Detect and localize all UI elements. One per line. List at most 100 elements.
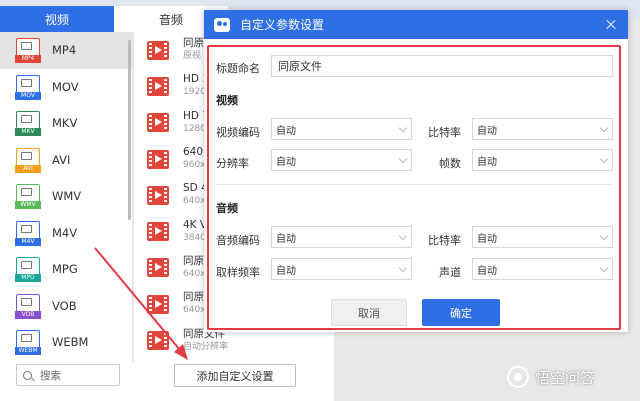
video-glyph bbox=[21, 297, 32, 306]
channel-value: 自动 bbox=[477, 265, 497, 277]
search-placeholder: 搜索 bbox=[40, 369, 61, 382]
framerate-value: 自动 bbox=[477, 156, 497, 168]
format-item[interactable]: VOB VOB bbox=[0, 288, 132, 325]
channel-select[interactable]: 自动 bbox=[472, 258, 613, 280]
video-format-icon: WEBM bbox=[15, 330, 41, 356]
camera-icon bbox=[214, 17, 230, 32]
format-tag: MOV bbox=[15, 91, 41, 100]
chevron-down-icon bbox=[599, 154, 609, 164]
format-label: MP4 bbox=[52, 43, 77, 58]
framerate-label: 帧数 bbox=[439, 157, 461, 170]
format-label: VOB bbox=[52, 298, 77, 313]
close-icon[interactable] bbox=[598, 12, 624, 38]
cancel-button[interactable]: 取消 bbox=[331, 299, 407, 326]
video-codec-select[interactable]: 自动 bbox=[271, 118, 412, 140]
audio-bitrate-value: 自动 bbox=[477, 233, 497, 245]
preset-sub: 640x bbox=[183, 305, 206, 316]
confirm-button[interactable]: 确定 bbox=[422, 299, 500, 326]
preset-name: 同原 bbox=[183, 291, 204, 304]
sample-rate-value: 自动 bbox=[276, 265, 296, 277]
chevron-down-icon bbox=[398, 154, 408, 164]
format-item[interactable]: AVI AVI bbox=[0, 142, 132, 179]
section-divider bbox=[216, 184, 612, 185]
video-format-icon: MP4 bbox=[15, 38, 41, 64]
dialog-titlebar: 自定义参数设置 bbox=[204, 10, 628, 39]
video-bitrate-label: 比特率 bbox=[428, 126, 461, 139]
video-section-title: 视频 bbox=[216, 94, 238, 107]
video-glyph bbox=[21, 151, 32, 160]
film-icon bbox=[147, 222, 169, 242]
tab-video[interactable]: 视频 bbox=[0, 6, 114, 32]
audio-bitrate-label: 比特率 bbox=[428, 234, 461, 247]
preset-sub: 原视 bbox=[183, 51, 202, 62]
audio-codec-value: 自动 bbox=[276, 233, 296, 245]
format-label: M4V bbox=[52, 225, 78, 240]
film-icon bbox=[147, 258, 169, 278]
chevron-down-icon bbox=[398, 231, 408, 241]
format-item[interactable]: MPG MPG bbox=[0, 251, 132, 288]
format-tabs: 视频 音频 bbox=[0, 6, 228, 32]
audio-section-title: 音频 bbox=[216, 202, 238, 215]
search-input[interactable]: 搜索 bbox=[16, 364, 120, 386]
format-list: MP4 MP4 MOV MOV MKV MKV AVI AVI WMV WMV M4V M4V MPG M… bbox=[0, 32, 133, 362]
preset-text: 同原 原视 bbox=[183, 37, 204, 63]
video-format-icon: MPG bbox=[15, 257, 41, 283]
audio-codec-select[interactable]: 自动 bbox=[271, 226, 412, 248]
preset-text: 同原 640x bbox=[183, 255, 206, 281]
film-icon bbox=[147, 294, 169, 314]
video-codec-value: 自动 bbox=[276, 125, 296, 137]
format-label: WEBM bbox=[52, 335, 89, 350]
resolution-value: 自动 bbox=[276, 156, 296, 168]
format-tag: AVI bbox=[15, 164, 41, 173]
format-tag: VOB bbox=[15, 310, 41, 319]
film-icon bbox=[147, 185, 169, 205]
format-list-scrollbar[interactable] bbox=[128, 40, 131, 220]
format-item[interactable]: M4V M4V bbox=[0, 215, 132, 252]
format-label: AVI bbox=[52, 152, 71, 167]
format-label: MKV bbox=[52, 116, 78, 131]
name-label: 标题命名 bbox=[216, 62, 260, 75]
video-bitrate-select[interactable]: 自动 bbox=[472, 118, 613, 140]
video-glyph bbox=[21, 334, 32, 343]
format-item[interactable]: MP4 MP4 bbox=[0, 32, 132, 69]
format-tag: MPG bbox=[15, 274, 41, 283]
format-tag: MP4 bbox=[15, 55, 41, 64]
chevron-down-icon bbox=[599, 231, 609, 241]
format-label: MOV bbox=[52, 79, 79, 94]
chevron-down-icon bbox=[398, 123, 408, 133]
video-format-icon: WMV bbox=[15, 184, 41, 210]
video-glyph bbox=[21, 188, 32, 197]
video-bitrate-value: 自动 bbox=[477, 125, 497, 137]
preset-text: 同原 640x bbox=[183, 291, 206, 317]
format-item[interactable]: MOV MOV bbox=[0, 69, 132, 106]
resolution-select[interactable]: 自动 bbox=[271, 149, 412, 171]
framerate-select[interactable]: 自动 bbox=[472, 149, 613, 171]
format-label: MPG bbox=[52, 262, 78, 277]
film-icon bbox=[147, 40, 169, 60]
chevron-down-icon bbox=[398, 263, 408, 273]
sample-rate-label: 取样频率 bbox=[216, 266, 260, 279]
video-glyph bbox=[21, 261, 32, 270]
audio-codec-label: 音频编码 bbox=[216, 234, 260, 247]
video-glyph bbox=[21, 115, 32, 124]
video-glyph bbox=[21, 224, 32, 233]
video-format-icon: MOV bbox=[15, 74, 41, 100]
video-glyph bbox=[21, 42, 32, 51]
video-format-icon: VOB bbox=[15, 293, 41, 319]
format-item[interactable]: WEBM WEBM bbox=[0, 324, 132, 361]
search-icon bbox=[23, 370, 32, 380]
audio-bitrate-select[interactable]: 自动 bbox=[472, 226, 613, 248]
sample-rate-select[interactable]: 自动 bbox=[271, 258, 412, 280]
format-item[interactable]: MKV MKV bbox=[0, 105, 132, 142]
format-tag: M4V bbox=[15, 237, 41, 246]
film-icon bbox=[147, 331, 169, 351]
format-tag: MKV bbox=[15, 128, 41, 137]
watermark: 悟空问答 bbox=[507, 362, 595, 392]
film-icon bbox=[147, 113, 169, 133]
dialog-title: 自定义参数设置 bbox=[240, 18, 325, 32]
name-input[interactable]: 同原文件 bbox=[271, 55, 613, 77]
format-item[interactable]: WMV WMV bbox=[0, 178, 132, 215]
watermark-text: 悟空问答 bbox=[535, 368, 596, 387]
add-custom-settings-button[interactable]: 添加自定义设置 bbox=[174, 364, 296, 387]
format-label: WMV bbox=[52, 189, 82, 204]
